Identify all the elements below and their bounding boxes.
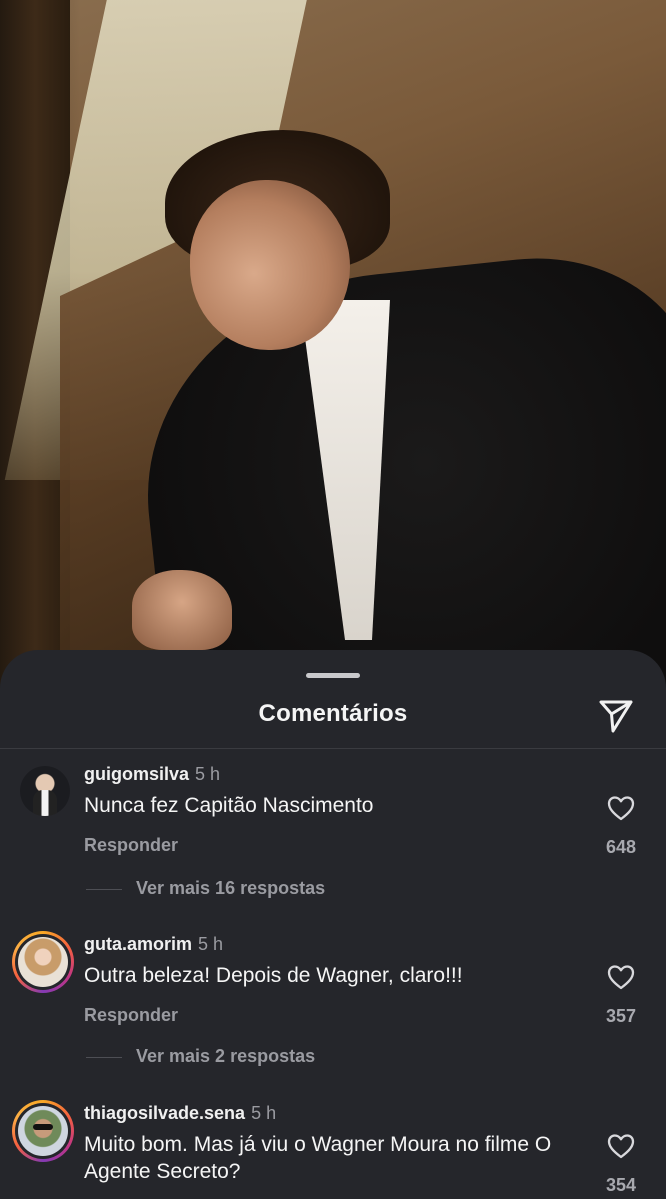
screen: Comentários guigomsilva 5 h Nunca fez Cap… — [0, 0, 666, 1199]
comment-username[interactable]: guta.amorim 5 h — [84, 934, 223, 955]
face-shape — [190, 180, 350, 350]
reply-button[interactable]: Responder — [84, 1005, 178, 1026]
sheet-title: Comentários — [258, 700, 408, 727]
sheet-grabber[interactable] — [306, 673, 360, 678]
reply-button[interactable]: Responder — [84, 835, 178, 856]
comment-time: 5 h — [198, 934, 224, 954]
avatar[interactable] — [12, 931, 74, 993]
like-count: 357 — [605, 1006, 637, 1026]
avatar[interactable] — [12, 1100, 74, 1162]
sheet-header: Comentários — [0, 694, 666, 749]
heart-icon[interactable] — [607, 795, 635, 821]
username-text[interactable]: guta.amorim — [84, 934, 192, 954]
post-photo[interactable] — [0, 0, 666, 700]
view-more-replies-label[interactable]: Ver mais 2 respostas — [136, 1046, 315, 1066]
comment-text: Outra beleza! Depois de Wagner, claro!!! — [84, 964, 463, 987]
comment-username[interactable]: guigomsilva 5 h — [84, 764, 220, 785]
comment-time: 5 h — [251, 1103, 277, 1123]
hand-shape — [132, 570, 232, 650]
view-more-replies[interactable]: Ver mais 2 respostas — [86, 1046, 315, 1067]
send-icon[interactable] — [596, 694, 636, 734]
heart-icon[interactable] — [607, 1133, 635, 1159]
comment-text: Muito bom. Mas já viu o Wagner Moura no … — [84, 1133, 552, 1183]
avatar-image — [20, 766, 70, 816]
replies-divider — [86, 888, 122, 890]
like-button[interactable]: 354 — [600, 1133, 642, 1196]
like-button[interactable]: 357 — [600, 964, 642, 1027]
avatar-image — [18, 1106, 68, 1156]
view-more-replies-label[interactable]: Ver mais 16 respostas — [136, 878, 325, 898]
like-count: 354 — [605, 1175, 637, 1195]
avatar[interactable] — [20, 766, 70, 816]
avatar-image — [18, 937, 68, 987]
like-count: 648 — [605, 837, 637, 857]
username-text[interactable]: guigomsilva — [84, 764, 189, 784]
view-more-replies[interactable]: Ver mais 16 respostas — [86, 878, 325, 899]
comment-text: Nunca fez Capitão Nascimento — [84, 794, 374, 817]
username-text[interactable]: thiagosilvade.sena — [84, 1103, 245, 1123]
comment-username[interactable]: thiagosilvade.sena 5 h — [84, 1103, 276, 1124]
heart-icon[interactable] — [607, 964, 635, 990]
comment-time: 5 h — [195, 764, 221, 784]
replies-divider — [86, 1056, 122, 1058]
comments-sheet: Comentários guigomsilva 5 h Nunca fez Cap… — [0, 650, 666, 1199]
like-button[interactable]: 648 — [600, 795, 642, 858]
